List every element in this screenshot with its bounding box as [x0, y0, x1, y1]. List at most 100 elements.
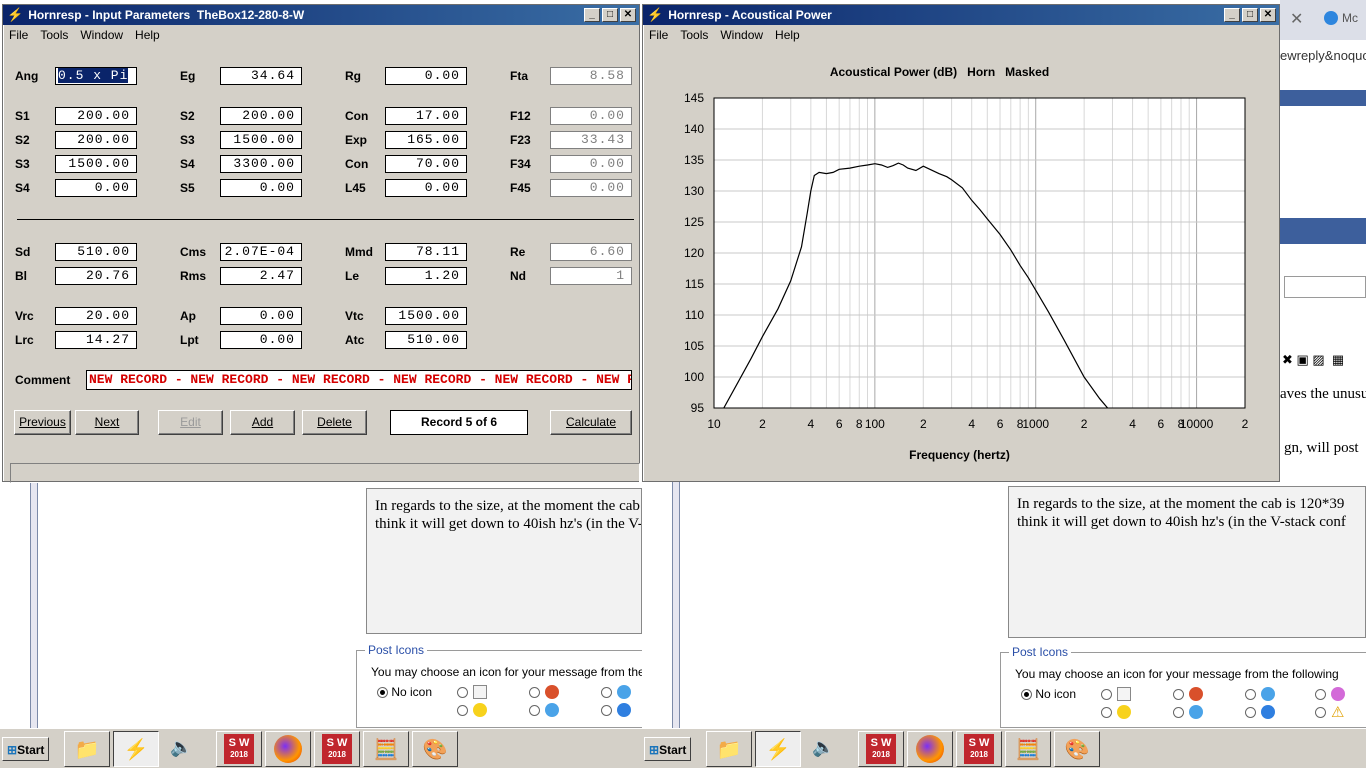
close-button[interactable]: ✕ — [1260, 8, 1276, 22]
add-button[interactable]: Add — [230, 410, 295, 435]
calculate-button[interactable]: Calculate — [550, 410, 632, 435]
param-field-eg-0[interactable]: 34.64 — [220, 67, 302, 85]
firefox-icon[interactable] — [907, 731, 953, 767]
icon-radio[interactable] — [601, 705, 612, 716]
close-tab-icon[interactable]: ✕ — [1290, 9, 1303, 29]
paint-icon[interactable]: 🎨 — [412, 731, 458, 767]
paint-icon[interactable]: 🎨 — [1054, 731, 1100, 767]
calculator-icon[interactable]: 🧮 — [1005, 731, 1051, 767]
tab-label[interactable]: Mc — [1342, 11, 1358, 25]
minimize-button[interactable]: _ — [1224, 8, 1240, 22]
start-button[interactable]: ⊞Start — [644, 737, 692, 761]
icon-radio[interactable] — [1101, 689, 1112, 700]
previous-button[interactable]: Previous — [14, 410, 71, 435]
menu-file[interactable]: File — [649, 28, 668, 42]
icon-radio[interactable] — [1315, 707, 1326, 718]
icon-radio[interactable] — [1245, 707, 1256, 718]
param-field-s4-3[interactable]: 3300.00 — [220, 155, 302, 173]
comment-field[interactable]: NEW RECORD - NEW RECORD - NEW RECORD - N… — [86, 370, 632, 390]
icon-radio[interactable] — [457, 687, 468, 698]
menu-window[interactable]: Window — [720, 28, 763, 42]
solidworks-icon[interactable]: S W 2018 — [216, 731, 262, 767]
icon-radio[interactable] — [1245, 689, 1256, 700]
menu-tools[interactable]: Tools — [680, 28, 708, 42]
icon-radio[interactable] — [601, 687, 612, 698]
file-explorer-icon[interactable]: 📁 — [706, 731, 752, 767]
no-icon-radio[interactable] — [377, 687, 388, 699]
param-label-s2-2: S2 — [15, 133, 30, 147]
start-button[interactable]: ⊞Start — [2, 737, 50, 761]
icon-radio[interactable] — [1315, 689, 1326, 700]
param-field-s5-4[interactable]: 0.00 — [220, 179, 302, 197]
no-icon-radio[interactable] — [1021, 689, 1032, 701]
hornresp-task-icon[interactable]: ⚡ — [113, 731, 159, 767]
menu-help[interactable]: Help — [135, 28, 160, 42]
post-icons-legend: Post Icons — [365, 643, 428, 657]
delete-button[interactable]: Delete — [302, 410, 367, 435]
icon-radio[interactable] — [1173, 707, 1184, 718]
hornresp-task-icon[interactable]: ⚡ — [755, 731, 801, 767]
file-explorer-icon[interactable]: 📁 — [64, 731, 110, 767]
icon-radio[interactable] — [1101, 707, 1112, 718]
firefox-icon[interactable] — [265, 731, 311, 767]
param-field-l45-4[interactable]: 0.00 — [385, 179, 467, 197]
param-field-vrc-7[interactable]: 20.00 — [55, 307, 137, 325]
x-tick-label: 6 — [997, 417, 1004, 431]
param-field-sd-5[interactable]: 510.00 — [55, 243, 137, 261]
param-field-s3-3[interactable]: 1500.00 — [55, 155, 137, 173]
param-field-cms-5[interactable]: 2.07E-04 — [220, 243, 302, 261]
solidworks-icon[interactable]: S W 2018 — [314, 731, 360, 767]
icon-radio[interactable] — [529, 687, 540, 698]
chart-window-titlebar[interactable]: ⚡ Hornresp - Acoustical Power _ □ ✕ — [643, 5, 1279, 25]
post-text-line1: In regards to the size, at the moment th… — [375, 498, 641, 514]
next-button[interactable]: Next — [75, 410, 139, 435]
solidworks-icon[interactable]: S W 2018 — [956, 731, 1002, 767]
param-field-s1-1[interactable]: 200.00 — [55, 107, 137, 125]
param-field-rms-6[interactable]: 2.47 — [220, 267, 302, 285]
param-field-bl-6[interactable]: 20.76 — [55, 267, 137, 285]
param-field-le-6[interactable]: 1.20 — [385, 267, 467, 285]
tongue-icon — [1331, 687, 1345, 701]
browser-tab-strip: ✕ Mc — [1280, 0, 1366, 40]
maximize-button[interactable]: □ — [1242, 8, 1258, 22]
close-button[interactable]: ✕ — [620, 8, 636, 22]
input-window-titlebar[interactable]: ⚡ Hornresp - Input Parameters TheBox12-2… — [3, 5, 639, 25]
maximize-button[interactable]: □ — [602, 8, 618, 22]
param-field-s2-2[interactable]: 200.00 — [55, 131, 137, 149]
param-field-con-1[interactable]: 17.00 — [385, 107, 467, 125]
param-label-lrc-8: Lrc — [15, 333, 34, 347]
param-field-s3-2[interactable]: 1500.00 — [220, 131, 302, 149]
solidworks-icon[interactable]: S W 2018 — [858, 731, 904, 767]
param-field-ang-0[interactable]: 0.5 x Pi — [55, 67, 137, 85]
param-field-mmd-5[interactable]: 78.11 — [385, 243, 467, 261]
param-field-con-3[interactable]: 70.00 — [385, 155, 467, 173]
menu-file[interactable]: File — [9, 28, 28, 42]
menu-window[interactable]: Window — [80, 28, 123, 42]
side-text-2: gn, will post — [1284, 440, 1359, 456]
minimize-button[interactable]: _ — [584, 8, 600, 22]
editor-toolbar-icons[interactable]: ✖ ▣ ▨ ▦ — [1282, 352, 1344, 368]
speaker-icon[interactable]: 🔈 — [812, 737, 834, 758]
param-field-lrc-8[interactable]: 14.27 — [55, 331, 137, 349]
speaker-icon[interactable]: 🔈 — [170, 737, 192, 758]
note-icon — [473, 685, 487, 699]
param-field-s4-4[interactable]: 0.00 — [55, 179, 137, 197]
post-text-line2: think it will get down to 40ish hz's (in… — [375, 516, 641, 532]
param-field-atc-8[interactable]: 510.00 — [385, 331, 467, 349]
param-field-s2-1[interactable]: 200.00 — [220, 107, 302, 125]
icon-radio[interactable] — [1173, 689, 1184, 700]
param-field-exp-2[interactable]: 165.00 — [385, 131, 467, 149]
menu-help[interactable]: Help — [775, 28, 800, 42]
param-field-rg-0[interactable]: 0.00 — [385, 67, 467, 85]
icon-radio[interactable] — [457, 705, 468, 716]
calculator-icon[interactable]: 🧮 — [363, 731, 409, 767]
edit-button[interactable]: Edit — [158, 410, 223, 435]
sw-year: 2018 — [328, 750, 346, 759]
param-field-ap-7[interactable]: 0.00 — [220, 307, 302, 325]
menu-tools[interactable]: Tools — [40, 28, 68, 42]
param-label-fta-0: Fta — [510, 69, 528, 83]
icon-radio[interactable] — [529, 705, 540, 716]
sw-label: S W — [968, 737, 990, 749]
param-field-vtc-7[interactable]: 1500.00 — [385, 307, 467, 325]
param-field-lpt-8[interactable]: 0.00 — [220, 331, 302, 349]
